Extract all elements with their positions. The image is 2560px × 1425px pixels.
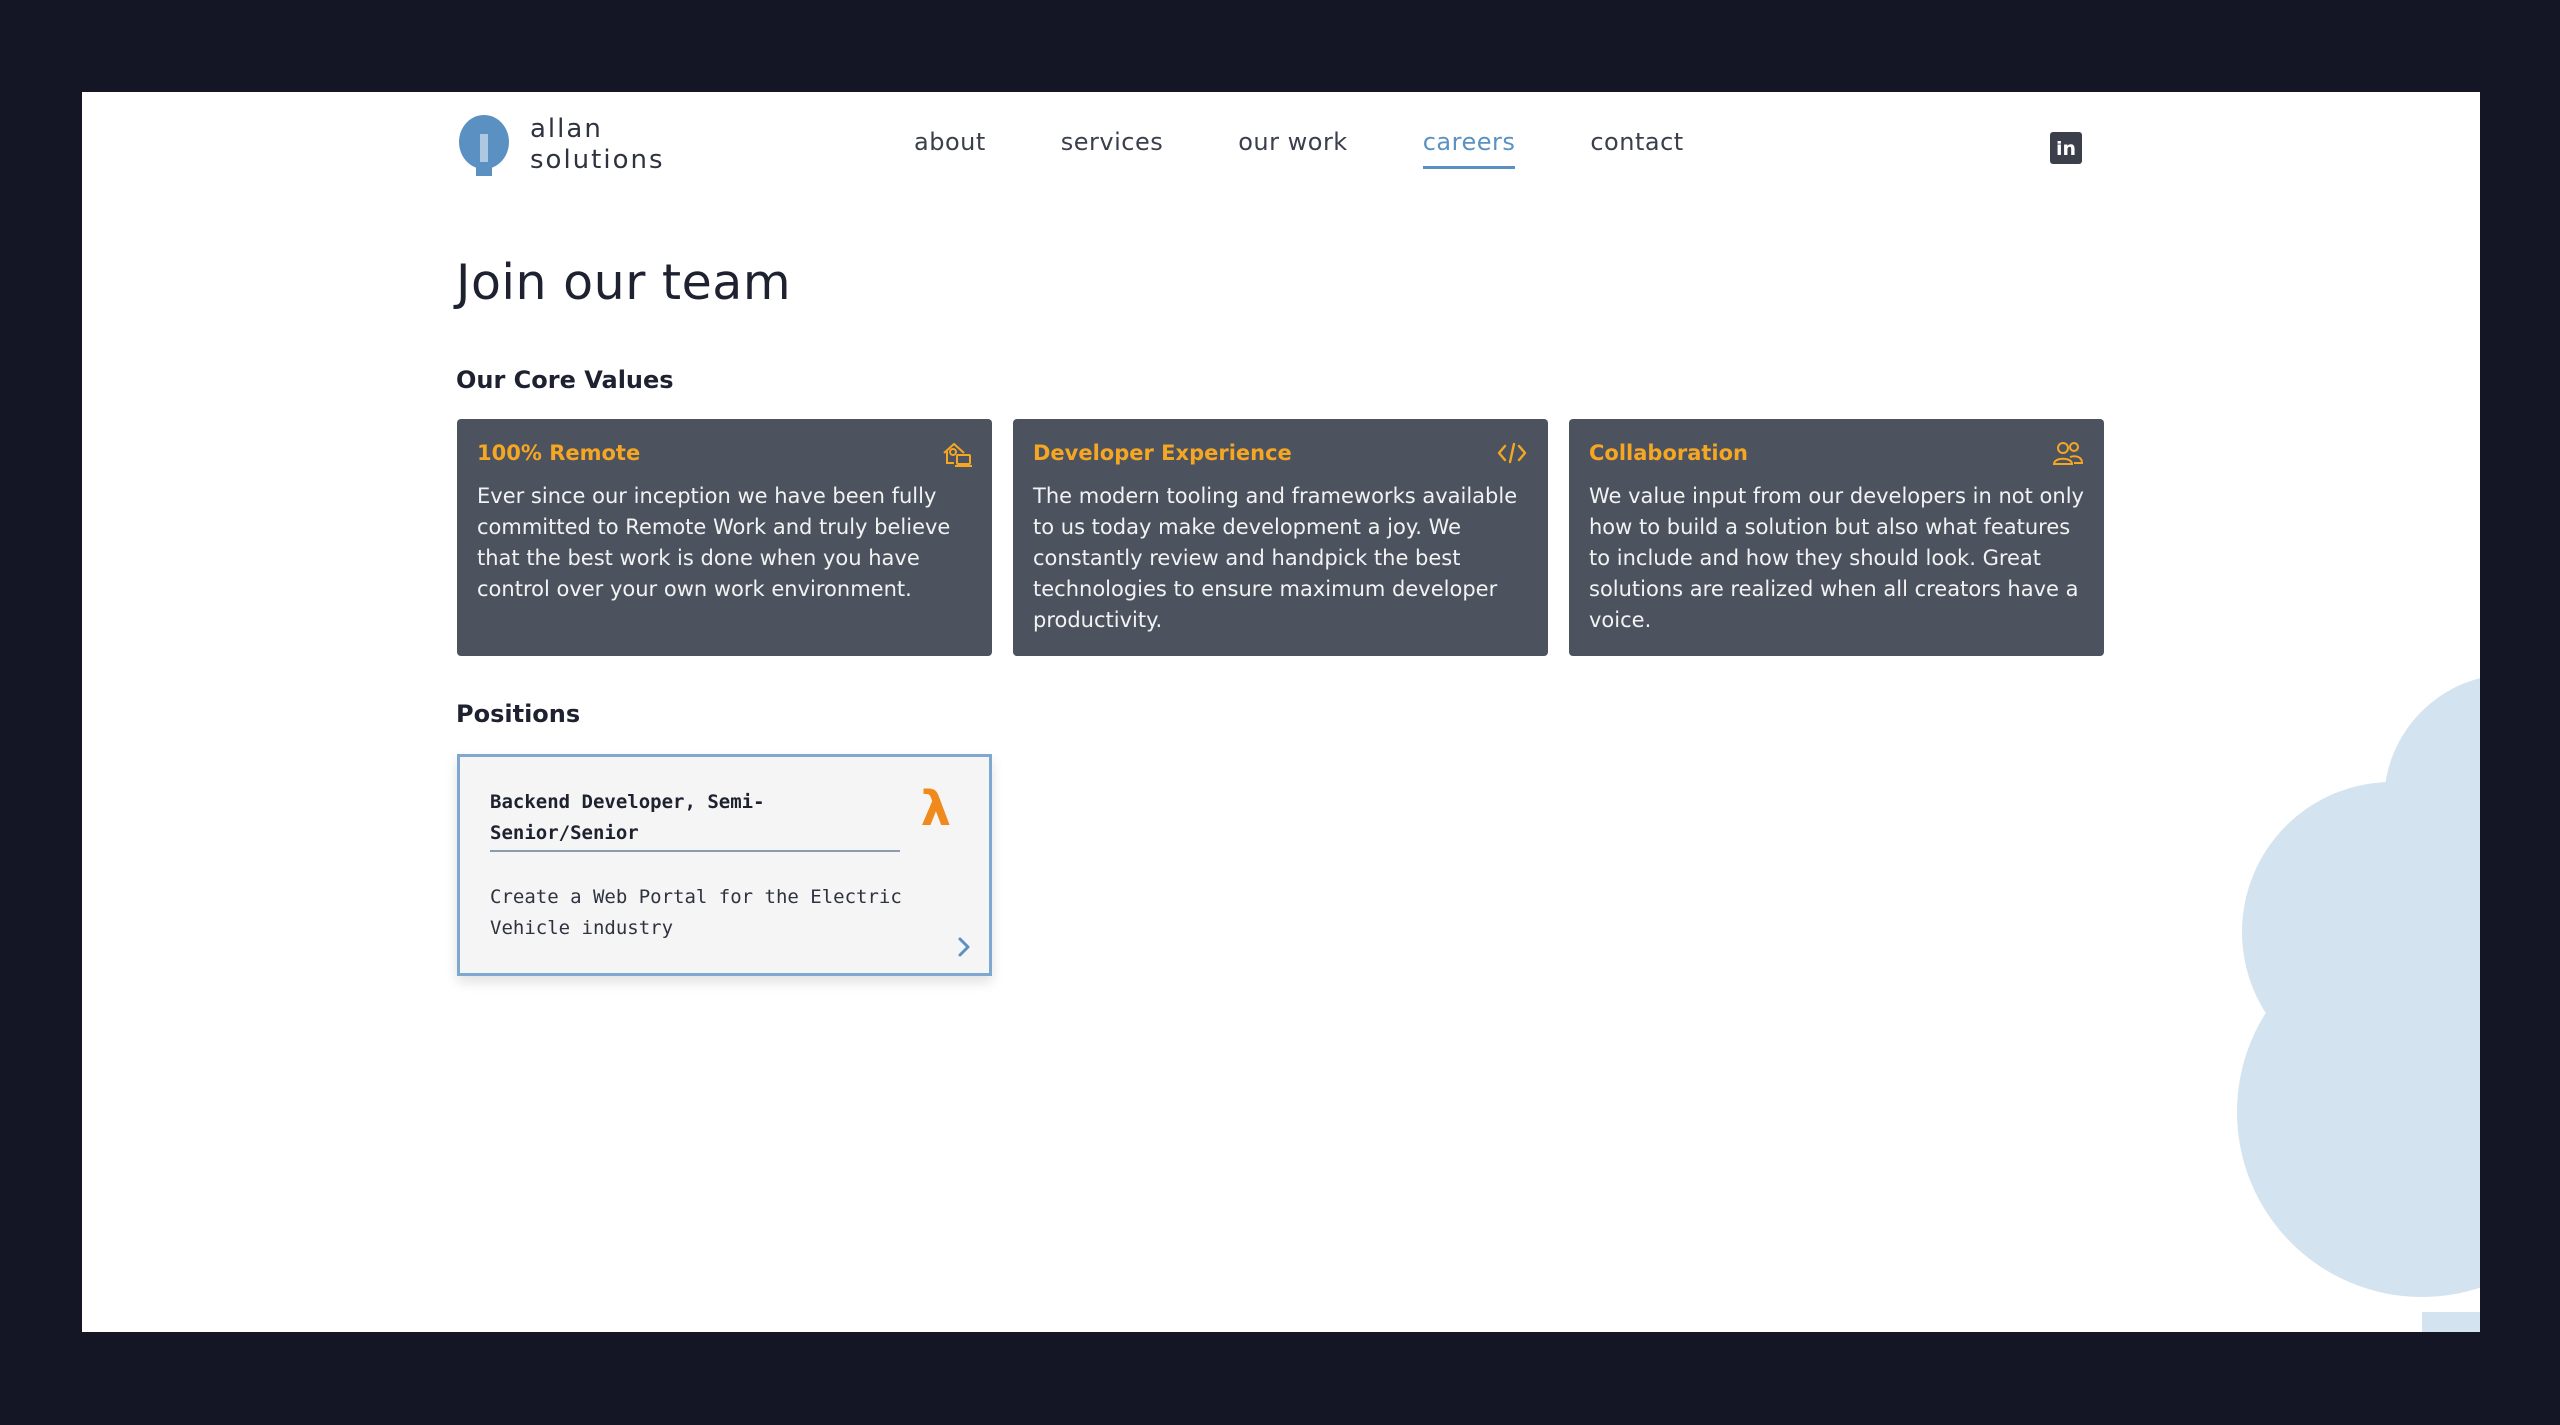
page-title: Join our team bbox=[456, 254, 792, 311]
users-icon bbox=[2052, 442, 2084, 465]
position-description: Create a Web Portal for the Electric Veh… bbox=[490, 886, 902, 939]
brand-name: allan solutions bbox=[530, 114, 665, 176]
core-values-title: Our Core Values bbox=[456, 366, 674, 394]
chevron-right-icon[interactable] bbox=[955, 935, 973, 959]
nav-our-work[interactable]: our work bbox=[1238, 128, 1347, 169]
code-icon bbox=[1497, 442, 1527, 464]
linkedin-icon[interactable]: in bbox=[2050, 132, 2082, 164]
value-card-title: 100% Remote bbox=[477, 441, 641, 465]
position-title: Backend Developer, Semi-Senior/Senior bbox=[490, 787, 900, 852]
value-card-collaboration: Collaboration We value input from our de… bbox=[1569, 419, 2104, 656]
value-card-title: Collaboration bbox=[1589, 441, 1749, 465]
positions-title: Positions bbox=[456, 700, 581, 728]
value-card-text: We value input from our developers in no… bbox=[1589, 484, 2084, 632]
tree-illustration-icon bbox=[2237, 678, 2480, 1332]
position-card[interactable]: Backend Developer, Semi-Senior/Senior λ … bbox=[457, 754, 992, 976]
remote-home-icon bbox=[943, 442, 972, 467]
nav-contact[interactable]: contact bbox=[1590, 128, 1683, 169]
value-card-text: The modern tooling and frameworks availa… bbox=[1033, 484, 1518, 632]
main-nav: about services our work careers contact bbox=[914, 128, 1759, 169]
lambda-icon: λ bbox=[920, 781, 951, 837]
value-card-developer-experience: Developer Experience The modern tooling … bbox=[1013, 419, 1548, 656]
brand-line-2: solutions bbox=[530, 145, 665, 175]
brand-logo[interactable]: allan solutions bbox=[456, 112, 665, 178]
page: allan solutions about services our work … bbox=[82, 92, 2480, 1332]
brand-line-1: allan bbox=[530, 114, 603, 144]
value-card-remote: 100% Remote Ever since our inception we … bbox=[457, 419, 992, 656]
nav-about[interactable]: about bbox=[914, 128, 986, 169]
nav-careers[interactable]: careers bbox=[1422, 128, 1516, 169]
value-card-text: Ever since our inception we have been fu… bbox=[477, 484, 951, 601]
tree-logo-icon bbox=[459, 115, 509, 176]
value-card-title: Developer Experience bbox=[1033, 441, 1292, 465]
nav-services[interactable]: services bbox=[1061, 128, 1163, 169]
